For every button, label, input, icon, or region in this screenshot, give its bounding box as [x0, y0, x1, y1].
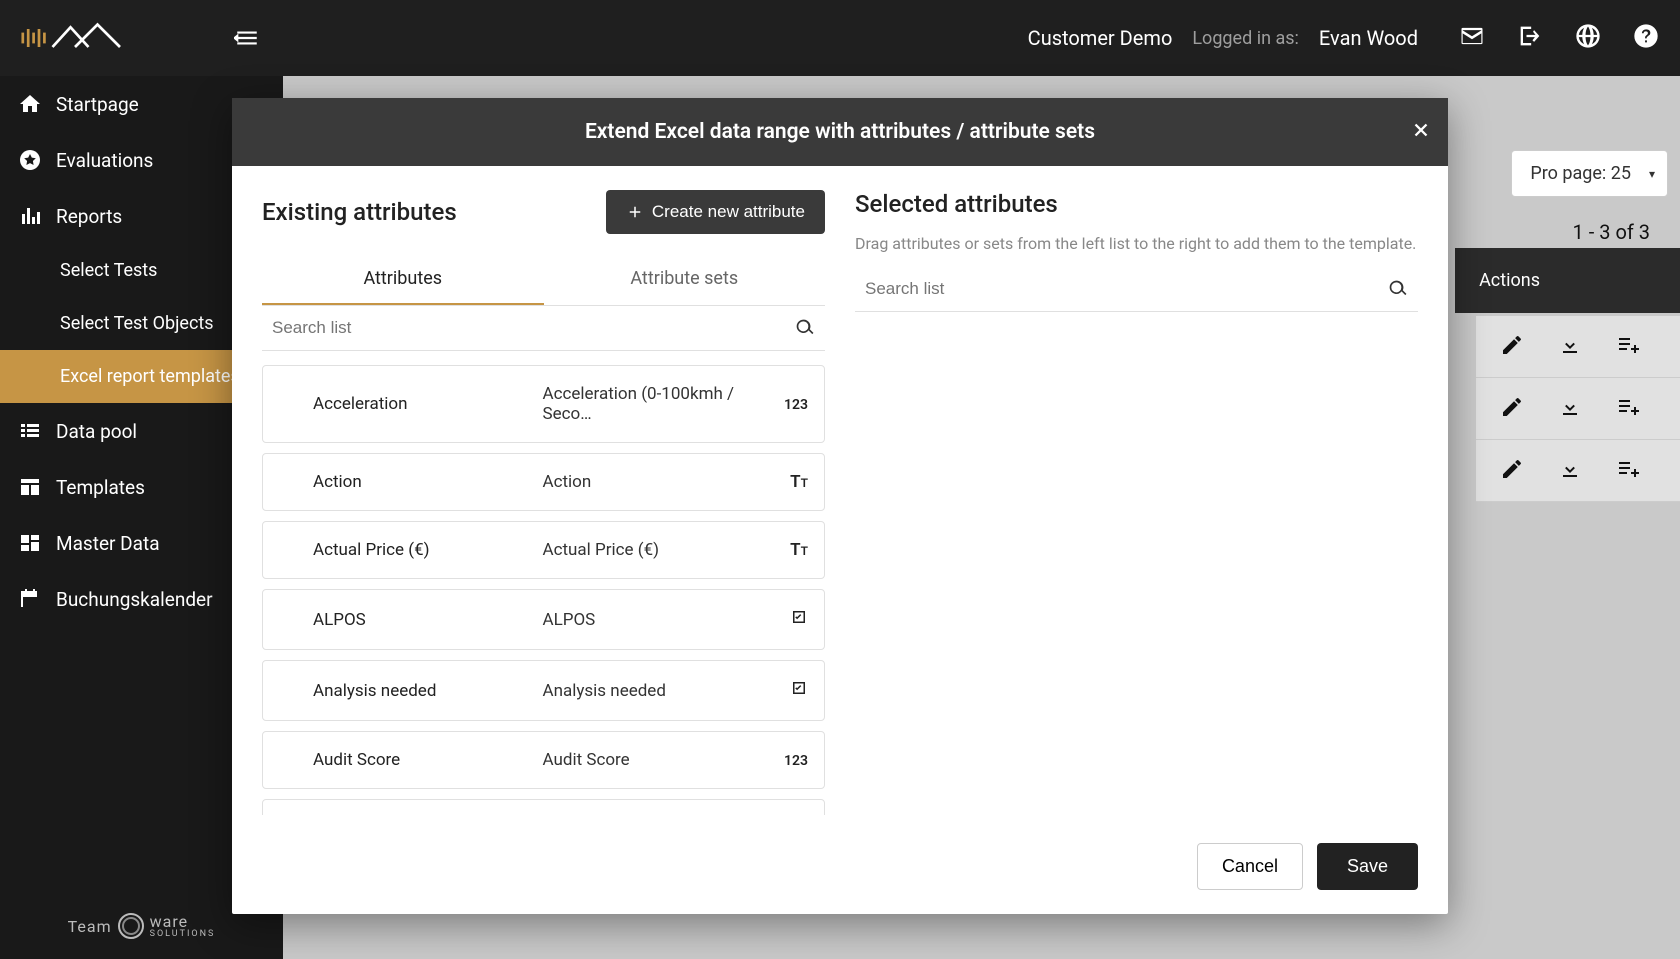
attribute-type-icon: TT: [772, 472, 808, 492]
attribute-row[interactable]: Action Action TT: [262, 453, 825, 511]
tab-attribute-sets[interactable]: Attribute sets: [544, 254, 826, 305]
existing-attributes-panel: Existing attributes Create new attribute…: [262, 190, 825, 815]
sidebar-toggle[interactable]: [234, 25, 260, 51]
table-header-actions: Actions: [1455, 248, 1680, 313]
per-page-select[interactable]: Pro page: 25: [1511, 150, 1668, 197]
modal-footer: Cancel Save: [232, 825, 1448, 914]
tab-attributes[interactable]: Attributes: [262, 254, 544, 305]
attribute-row[interactable]: Actual Price (€) Actual Price (€) TT: [262, 521, 825, 579]
attribute-type-icon: 123: [772, 394, 808, 414]
download-icon[interactable]: [1558, 333, 1582, 361]
attribute-tabs: Attributes Attribute sets: [262, 254, 825, 306]
selected-attributes-title: Selected attributes: [855, 190, 1058, 218]
sidebar-item-label: Data pool: [56, 420, 137, 443]
sidebar-item-label: Master Data: [56, 532, 160, 555]
attribute-row[interactable]: ALPOS ALPOS: [262, 589, 825, 650]
attribute-description: Action: [543, 472, 763, 492]
home-icon: [18, 92, 42, 116]
app-header: Customer Demo Logged in as: Evan Wood: [0, 0, 1680, 76]
star-icon: [18, 148, 42, 172]
list-icon: [18, 419, 42, 443]
add-list-icon[interactable]: [1616, 395, 1640, 423]
modal-header: Extend Excel data range with attributes …: [232, 98, 1448, 166]
globe-icon[interactable]: [1574, 22, 1602, 54]
action-row: [1476, 440, 1680, 502]
extend-attributes-modal: Extend Excel data range with attributes …: [232, 98, 1448, 914]
attribute-search: [262, 306, 825, 351]
search-icon[interactable]: [795, 318, 815, 338]
app-logo: [20, 20, 130, 56]
attribute-description: Analysis needed: [543, 681, 763, 701]
sidebar-item-label: Buchungskalender: [56, 588, 213, 611]
add-list-icon[interactable]: [1616, 333, 1640, 361]
attribute-description: Acceleration (0-100kmh / Seco…: [543, 384, 763, 424]
sidebar-item-label: Select Test Objects: [60, 313, 214, 334]
attribute-name: Actual Price (€): [313, 540, 533, 560]
edit-icon[interactable]: [1500, 395, 1524, 423]
help-icon[interactable]: [1632, 22, 1660, 54]
templates-icon: [18, 475, 42, 499]
attribute-row[interactable]: Battery CapacityBattery Capacity (kWh)12…: [262, 799, 825, 815]
attribute-name: Acceleration: [313, 394, 533, 414]
modal-close-button[interactable]: [1410, 119, 1432, 145]
search-icon[interactable]: [1388, 279, 1408, 299]
action-row: [1476, 378, 1680, 440]
footer-brand: Team ware SOLUTIONS: [68, 913, 216, 939]
selected-attributes-hint: Drag attributes or sets from the left li…: [855, 234, 1418, 253]
selected-search-input[interactable]: [855, 267, 1418, 311]
calendar-icon: [18, 587, 42, 611]
result-count: 1 - 3 of 3: [1573, 220, 1650, 244]
add-list-icon[interactable]: [1616, 457, 1640, 485]
edit-icon[interactable]: [1500, 457, 1524, 485]
attribute-type-icon: [772, 608, 808, 631]
attribute-search-input[interactable]: [262, 306, 825, 350]
masterdata-icon: [18, 531, 42, 555]
attribute-type-icon: 123: [772, 750, 808, 770]
sidebar-item-label: Startpage: [56, 93, 139, 116]
attribute-row[interactable]: Audit Score Audit Score 123: [262, 731, 825, 789]
customer-name: Customer Demo: [1028, 26, 1173, 50]
attribute-description: Actual Price (€): [543, 540, 763, 560]
attribute-name: Action: [313, 472, 533, 492]
download-icon[interactable]: [1558, 395, 1582, 423]
attribute-name: ALPOS: [313, 610, 533, 630]
save-button[interactable]: Save: [1317, 843, 1418, 890]
attribute-name: Analysis needed: [313, 681, 533, 701]
attribute-row[interactable]: Analysis needed Analysis needed: [262, 660, 825, 721]
brand-circle-icon: [118, 913, 144, 939]
cancel-button[interactable]: Cancel: [1197, 843, 1303, 890]
sidebar-item-label: Select Tests: [60, 260, 157, 281]
attribute-type-icon: [772, 679, 808, 702]
sidebar-item-label: Reports: [56, 205, 122, 228]
existing-attributes-title: Existing attributes: [262, 198, 457, 226]
download-icon[interactable]: [1558, 457, 1582, 485]
chart-icon: [18, 204, 42, 228]
attribute-list: Acceleration Acceleration (0-100kmh / Sec…: [262, 365, 825, 815]
attribute-description: Audit Score: [543, 750, 763, 770]
logged-in-label: Logged in as:: [1192, 28, 1299, 49]
plus-icon: [626, 203, 644, 221]
action-row: [1476, 316, 1680, 378]
attribute-name: Audit Score: [313, 750, 533, 770]
attribute-row[interactable]: Acceleration Acceleration (0-100kmh / Sec…: [262, 365, 825, 443]
username[interactable]: Evan Wood: [1319, 26, 1418, 50]
selected-search: [855, 267, 1418, 312]
sidebar-item-label: Evaluations: [56, 149, 153, 172]
modal-title: Extend Excel data range with attributes …: [585, 120, 1095, 144]
attribute-type-icon: TT: [772, 540, 808, 560]
edit-icon[interactable]: [1500, 333, 1524, 361]
create-attribute-button[interactable]: Create new attribute: [606, 190, 825, 234]
logout-icon[interactable]: [1516, 22, 1544, 54]
mail-icon[interactable]: [1458, 22, 1486, 54]
attribute-description: ALPOS: [543, 610, 763, 630]
sidebar-item-label: Excel report templates: [60, 366, 240, 387]
sidebar-item-label: Templates: [56, 476, 145, 499]
selected-attributes-panel: Selected attributes Drag attributes or s…: [855, 190, 1418, 815]
